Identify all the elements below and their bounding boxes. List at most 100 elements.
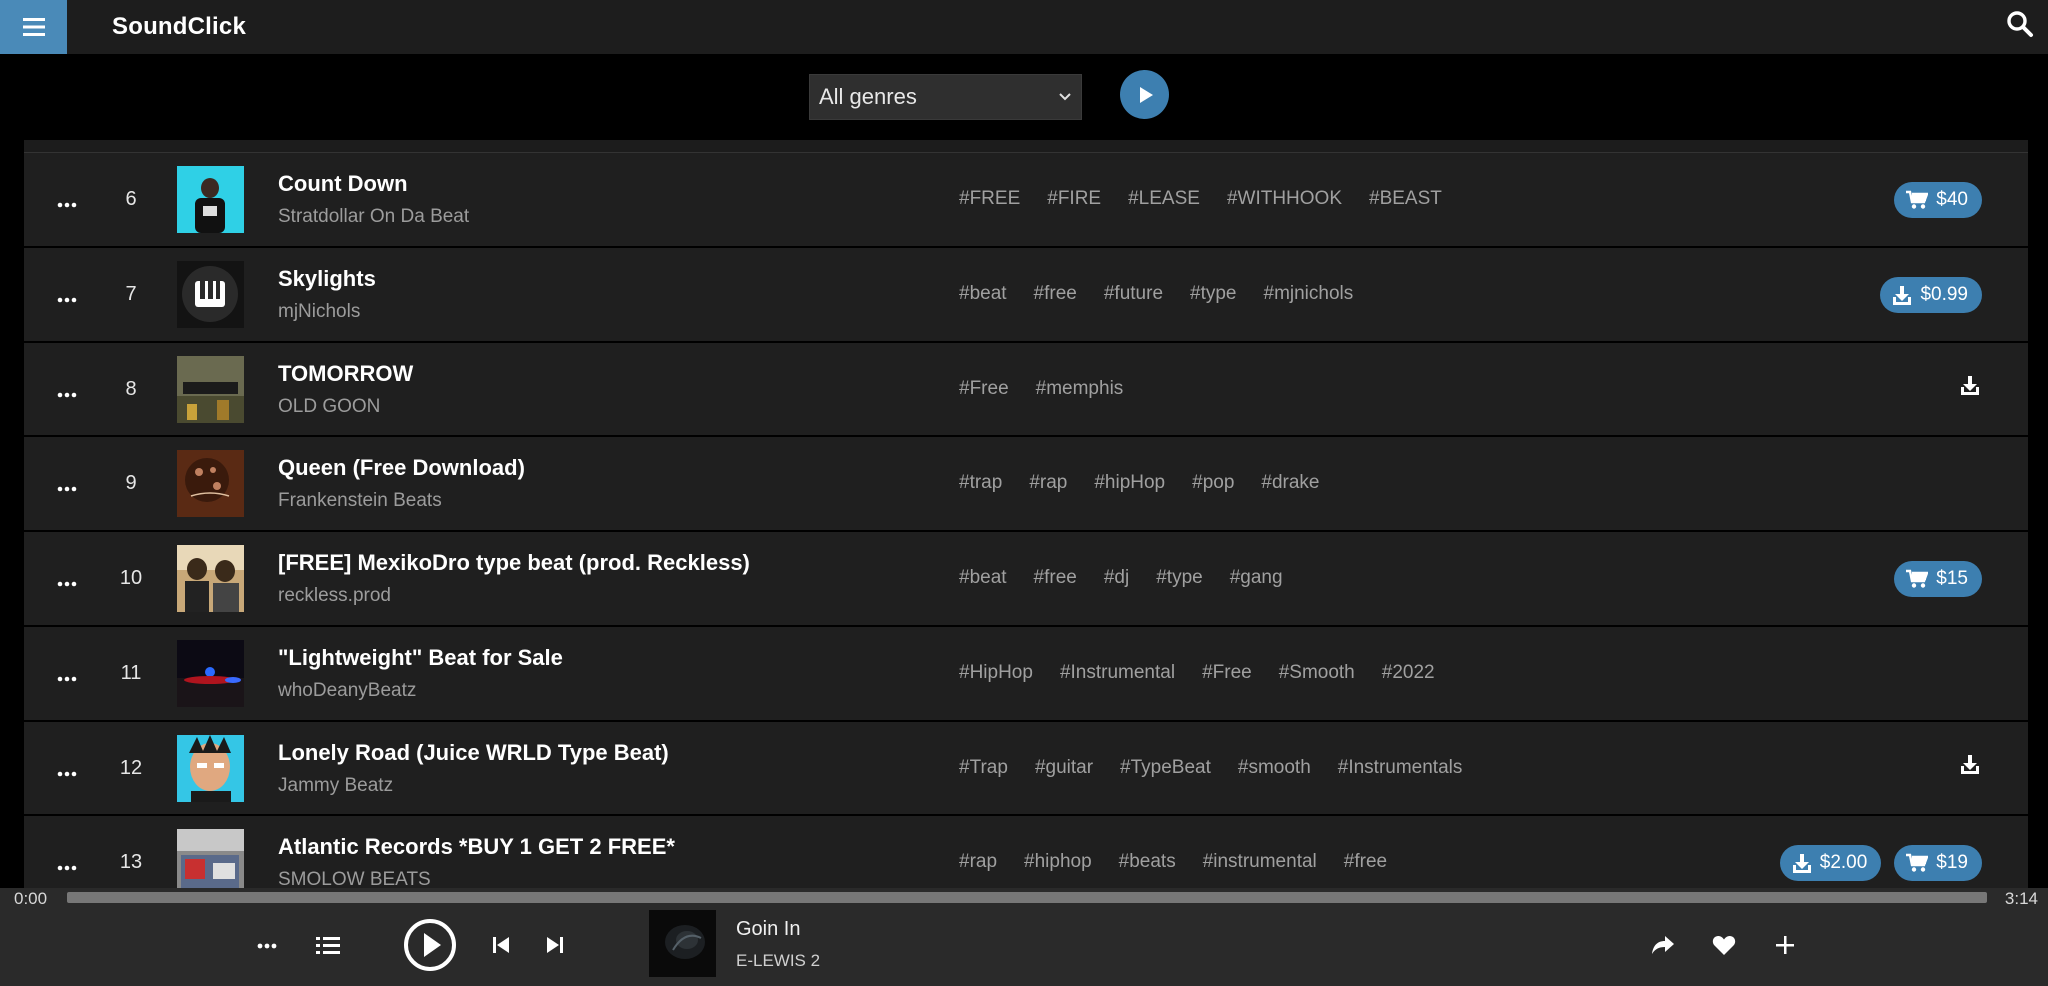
track-tag[interactable]: #WITHHOOK	[1227, 188, 1342, 210]
track-more-button[interactable]	[57, 479, 77, 492]
track-more-button[interactable]	[57, 669, 77, 682]
track-tag[interactable]: #beats	[1119, 851, 1176, 873]
track-more-button[interactable]	[57, 764, 77, 776]
track-row[interactable]: 8 TOMORROW OLD GOON #Free #memphis	[24, 342, 2028, 438]
track-title[interactable]: Skylights	[278, 266, 376, 292]
track-artist[interactable]: Jammy Beatz	[278, 775, 393, 797]
track-more-button[interactable]	[57, 290, 77, 303]
track-tag[interactable]: #free	[1034, 567, 1077, 589]
track-tag[interactable]: #BEAST	[1369, 188, 1442, 210]
track-tag[interactable]: #hiphop	[1024, 851, 1092, 873]
menu-button[interactable]	[0, 0, 67, 54]
track-row[interactable]: 13 Atlantic Records *BUY 1 GET 2 FREE* S…	[24, 816, 2028, 888]
track-tag[interactable]: #Free	[959, 378, 1009, 400]
track-row[interactable]: 12 Lonely Road (Juice WRLD Type Beat) Ja…	[24, 721, 2028, 817]
download-purchase-button[interactable]: $2.00	[1779, 845, 1882, 882]
track-title[interactable]: Queen (Free Download)	[278, 455, 525, 481]
track-tag[interactable]: #pop	[1192, 472, 1234, 494]
track-tag[interactable]: #beat	[959, 283, 1007, 305]
track-title[interactable]: Atlantic Records *BUY 1 GET 2 FREE*	[278, 834, 675, 860]
track-tag[interactable]: #memphis	[1036, 378, 1124, 400]
add-button[interactable]	[1770, 930, 1800, 960]
track-tag[interactable]: #gang	[1230, 567, 1283, 589]
previous-button[interactable]	[489, 932, 513, 958]
like-button[interactable]	[1709, 930, 1739, 960]
buy-button[interactable]: $19	[1894, 845, 1982, 882]
share-button[interactable]	[1648, 930, 1678, 960]
track-tag[interactable]: #HipHop	[959, 662, 1033, 684]
track-tag[interactable]: #beat	[959, 567, 1007, 589]
track-artwork[interactable]	[177, 450, 244, 518]
track-artist[interactable]: reckless.prod	[278, 585, 391, 607]
track-tag[interactable]: #trap	[959, 472, 1002, 494]
track-row[interactable]: 9 Queen (Free Download) Frankenstein Bea…	[24, 437, 2028, 532]
play-pause-button[interactable]	[403, 918, 457, 972]
track-tag[interactable]: #Free	[1202, 662, 1252, 684]
track-more-button[interactable]	[57, 195, 77, 208]
play-all-button[interactable]	[1120, 70, 1169, 119]
track-title[interactable]: "Lightweight" Beat for Sale	[278, 645, 563, 671]
track-tag[interactable]: #dj	[1104, 567, 1129, 589]
track-tag[interactable]: #Trap	[959, 757, 1008, 779]
track-artist[interactable]: mjNichols	[278, 301, 360, 323]
search-button[interactable]	[2006, 10, 2038, 42]
track-tag[interactable]: #hipHop	[1094, 472, 1165, 494]
track-tag[interactable]: #future	[1104, 283, 1163, 305]
track-title[interactable]: Lonely Road (Juice WRLD Type Beat)	[278, 740, 669, 766]
track-tag[interactable]: #TypeBeat	[1120, 757, 1211, 779]
track-tag[interactable]: #Instrumentals	[1338, 757, 1463, 779]
seek-bar[interactable]	[67, 892, 1987, 903]
track-artist[interactable]: Frankenstein Beats	[278, 490, 442, 512]
track-artwork[interactable]	[177, 639, 244, 707]
track-row[interactable]: 10 [FREE] MexikoDro type beat (prod. Rec…	[24, 532, 2028, 627]
track-tag[interactable]: #Smooth	[1279, 662, 1355, 684]
track-tag[interactable]: #type	[1190, 283, 1236, 305]
buy-button[interactable]: $40	[1894, 182, 1982, 218]
track-artist[interactable]: SMOLOW BEATS	[278, 869, 431, 888]
download-button[interactable]	[1960, 754, 1982, 776]
player-more-button[interactable]	[254, 936, 280, 956]
track-tag[interactable]: #instrumental	[1203, 851, 1317, 873]
track-tag[interactable]: #rap	[1029, 472, 1067, 494]
track-title[interactable]: [FREE] MexikoDro type beat (prod. Reckle…	[278, 550, 750, 576]
now-playing-artist[interactable]: E-LEWIS 2	[736, 951, 820, 971]
track-tag[interactable]: #Instrumental	[1060, 662, 1175, 684]
genre-select[interactable]: All genres	[809, 74, 1082, 120]
track-title[interactable]: TOMORROW	[278, 361, 413, 387]
track-tag[interactable]: #FIRE	[1047, 188, 1101, 210]
track-artwork[interactable]	[177, 260, 244, 328]
track-tag[interactable]: #LEASE	[1128, 188, 1200, 210]
track-title[interactable]: Count Down	[278, 171, 408, 197]
track-artwork[interactable]	[177, 166, 244, 233]
queue-button[interactable]	[313, 932, 343, 958]
track-artwork[interactable]	[177, 355, 244, 423]
track-row[interactable]: 11 "Lightweight" Beat for Sale whoDeanyB…	[24, 626, 2028, 722]
brand-logo[interactable]: SoundClick	[112, 13, 246, 41]
download-button[interactable]	[1960, 375, 1982, 397]
track-more-button[interactable]	[57, 858, 77, 871]
track-artwork[interactable]	[177, 545, 244, 612]
track-row[interactable]: 6 Count Down Stratdollar On Da Beat #FRE…	[24, 153, 2028, 248]
track-more-button[interactable]	[57, 385, 77, 397]
now-playing-title[interactable]: Goin In	[736, 918, 800, 941]
track-tag[interactable]: #drake	[1261, 472, 1319, 494]
track-artist[interactable]: whoDeanyBeatz	[278, 680, 416, 702]
track-artwork[interactable]	[177, 734, 244, 802]
track-artist[interactable]: OLD GOON	[278, 396, 380, 418]
track-tag[interactable]: #free	[1344, 851, 1387, 873]
track-tag[interactable]: #FREE	[959, 188, 1020, 210]
buy-button[interactable]: $15	[1894, 561, 1982, 597]
track-tag[interactable]: #mjnichols	[1264, 283, 1354, 305]
download-purchase-button[interactable]: $0.99	[1880, 276, 1982, 313]
track-more-button[interactable]	[57, 574, 77, 587]
track-artwork[interactable]	[177, 829, 244, 888]
now-playing-artwork[interactable]	[649, 910, 716, 977]
track-tag[interactable]: #guitar	[1035, 757, 1093, 779]
track-tag[interactable]: #type	[1156, 567, 1202, 589]
track-tag[interactable]: #smooth	[1238, 757, 1311, 779]
next-button[interactable]	[543, 932, 567, 958]
track-row[interactable]: 7 Skylights mjNichols #beat #free #future #…	[24, 247, 2028, 343]
track-artist[interactable]: Stratdollar On Da Beat	[278, 206, 469, 228]
track-tag[interactable]: #2022	[1382, 662, 1435, 684]
track-tag[interactable]: #free	[1034, 283, 1077, 305]
